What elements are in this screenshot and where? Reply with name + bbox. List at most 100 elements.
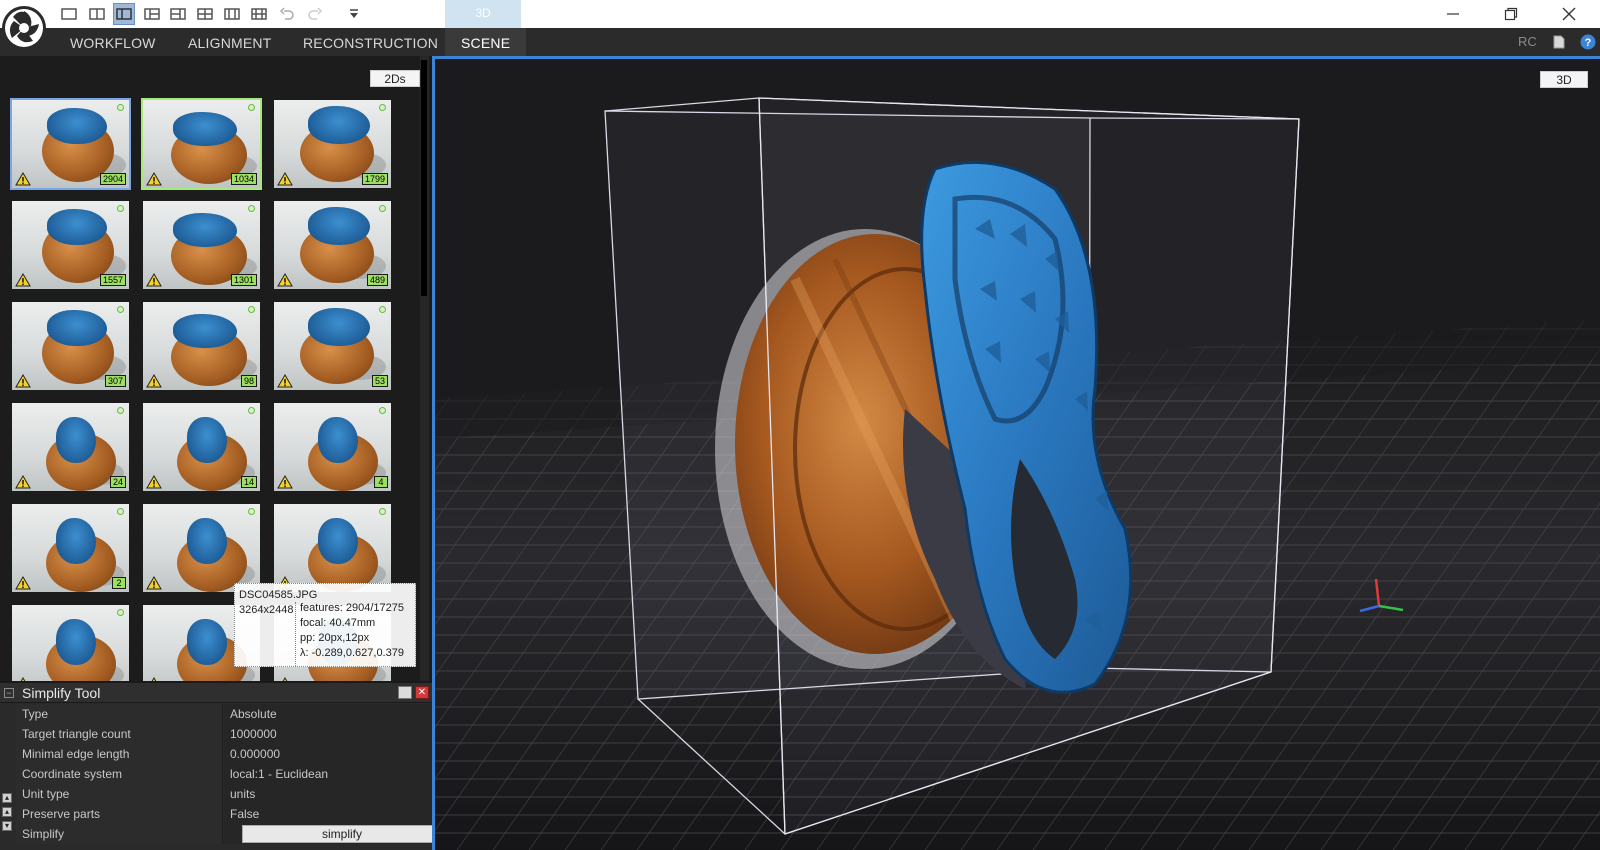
close-icon[interactable] bbox=[1546, 0, 1592, 28]
warning-icon bbox=[15, 576, 31, 590]
unit-type-select[interactable]: units bbox=[224, 784, 432, 804]
image-thumbnail[interactable] bbox=[141, 502, 262, 594]
image-thumbnail[interactable]: 53 bbox=[272, 300, 393, 392]
menu-workflow[interactable]: WORKFLOW bbox=[70, 28, 156, 56]
undo-icon[interactable] bbox=[276, 3, 298, 25]
coordinate-system-select[interactable]: local:1 - Euclidean bbox=[224, 764, 432, 784]
prop-key: Type bbox=[16, 704, 223, 724]
type-select[interactable]: Absolute bbox=[224, 704, 432, 724]
layout-6-button[interactable] bbox=[194, 3, 216, 25]
warning-icon bbox=[146, 374, 162, 388]
tooltip-features: features: 2904/17275 bbox=[300, 602, 404, 614]
warning-icon bbox=[146, 172, 162, 186]
warning-icon bbox=[15, 273, 31, 287]
alignment-dot-icon bbox=[248, 306, 255, 313]
alignment-dot-icon bbox=[117, 609, 124, 616]
layout-4-button[interactable] bbox=[141, 3, 163, 25]
warning-icon bbox=[20, 677, 26, 681]
image-thumbnail[interactable]: 1557 bbox=[10, 199, 131, 291]
image-thumbnail[interactable] bbox=[10, 603, 131, 681]
image-thumbnail[interactable]: 2 bbox=[10, 502, 131, 594]
warning-icon bbox=[277, 374, 293, 388]
warning-icon bbox=[15, 374, 31, 388]
alignment-dot-icon bbox=[248, 508, 255, 515]
feature-count-badge: 1301 bbox=[230, 274, 257, 286]
redo-icon[interactable] bbox=[304, 3, 326, 25]
minimize-icon[interactable] bbox=[1430, 0, 1476, 28]
prop-key: Coordinate system bbox=[16, 764, 223, 784]
alignment-dot-icon bbox=[117, 407, 124, 414]
image-thumbnail[interactable]: 14 bbox=[141, 401, 262, 493]
tooltip-focal: focal: 40.47mm bbox=[300, 617, 376, 629]
feature-count-badge: 98 bbox=[240, 375, 257, 387]
menu-scene[interactable]: SCENE bbox=[445, 28, 527, 56]
simplify-button[interactable]: simplify bbox=[242, 825, 442, 843]
top-tab-3d[interactable]: 3D bbox=[445, 0, 521, 28]
quick-access-menu-icon[interactable] bbox=[343, 3, 365, 25]
warning-icon bbox=[15, 172, 31, 186]
feature-count-badge: 489 bbox=[366, 274, 388, 286]
app-logo-icon[interactable] bbox=[0, 0, 48, 56]
target-triangle-count-input[interactable]: 1000000 bbox=[224, 724, 432, 744]
simplify-tool-header: − Simplify Tool ✕ bbox=[0, 683, 432, 703]
panel-side-controls: ▴ ▴ ▾ bbox=[0, 793, 14, 850]
feature-count-badge: 4 bbox=[374, 476, 388, 488]
help-icon[interactable]: ? bbox=[1580, 34, 1596, 50]
collapse-icon[interactable]: − bbox=[4, 688, 14, 698]
simplify-tool-title: Simplify Tool bbox=[22, 685, 101, 701]
scroll-top-icon[interactable]: ▴ bbox=[2, 793, 12, 803]
scene-3d-viewport[interactable]: 3D bbox=[432, 56, 1600, 850]
image-thumbnail[interactable]: 4 bbox=[272, 401, 393, 493]
feature-count-badge: 2904 bbox=[99, 173, 126, 185]
warning-icon bbox=[277, 172, 293, 186]
feature-count-badge: 1557 bbox=[99, 274, 126, 286]
prop-key: Simplify bbox=[16, 824, 223, 844]
main-menu-bar: WORKFLOW ALIGNMENT RECONSTRUCTION SCENE … bbox=[0, 28, 1600, 56]
prop-key: Target triangle count bbox=[16, 724, 223, 744]
scroll-up-icon[interactable]: ▴ bbox=[2, 807, 12, 817]
prop-row-coordinate-system: Coordinate system local:1 - Euclidean bbox=[16, 764, 432, 784]
title-bar: 3D bbox=[0, 0, 1600, 50]
image-thumbnail[interactable]: 98 bbox=[141, 300, 262, 392]
alignment-dot-icon bbox=[379, 104, 386, 111]
image-thumbnail[interactable]: 1301 bbox=[141, 199, 262, 291]
preserve-parts-select[interactable]: False bbox=[224, 804, 432, 824]
alignment-dot-icon bbox=[248, 205, 255, 212]
image-thumbnail[interactable]: 1799 bbox=[272, 98, 393, 190]
image-thumbnail[interactable]: 489 bbox=[272, 199, 393, 291]
warning-icon bbox=[282, 677, 288, 681]
layout-2-button[interactable] bbox=[86, 3, 108, 25]
scene-3d-canvas[interactable] bbox=[435, 59, 1600, 850]
rc-label[interactable]: RC bbox=[1518, 34, 1537, 49]
minimal-edge-length-input[interactable]: 0.000000 bbox=[224, 744, 432, 764]
restore-icon[interactable] bbox=[1488, 0, 1534, 28]
layout-5-button[interactable] bbox=[167, 3, 189, 25]
menu-alignment[interactable]: ALIGNMENT bbox=[188, 28, 271, 56]
feature-count-badge: 14 bbox=[240, 476, 257, 488]
close-panel-icon[interactable]: ✕ bbox=[415, 686, 429, 699]
alignment-dot-icon bbox=[117, 104, 124, 111]
thumbnail-scrollbar-thumb[interactable] bbox=[421, 60, 427, 296]
undock-icon[interactable] bbox=[398, 686, 412, 699]
layout-3-button[interactable] bbox=[113, 3, 135, 25]
alignment-dot-icon bbox=[379, 306, 386, 313]
scroll-down-icon[interactable]: ▾ bbox=[2, 821, 12, 831]
image-thumbnail[interactable]: 2904 bbox=[10, 98, 131, 190]
layout-8-button[interactable] bbox=[248, 3, 270, 25]
document-icon[interactable] bbox=[1553, 35, 1565, 49]
thumbnail-image bbox=[12, 605, 129, 681]
feature-count-badge: 1034 bbox=[230, 173, 257, 185]
warning-icon bbox=[146, 576, 162, 590]
image-thumbnail[interactable] bbox=[272, 502, 393, 594]
simplify-tool-panel: − Simplify Tool ✕ Type Absolute Target t… bbox=[0, 683, 442, 850]
feature-count-badge: 2 bbox=[112, 577, 126, 589]
image-thumbnail[interactable]: 307 bbox=[10, 300, 131, 392]
warning-icon bbox=[146, 273, 162, 287]
app-window: 3D WORKFLOW ALIGNMENT RECONSTRUCTION SCE… bbox=[0, 0, 1600, 850]
prop-row-minimal-edge-length: Minimal edge length 0.000000 bbox=[16, 744, 432, 764]
layout-1-button[interactable] bbox=[58, 3, 80, 25]
image-thumbnail[interactable]: 24 bbox=[10, 401, 131, 493]
layout-7-button[interactable] bbox=[221, 3, 243, 25]
image-thumbnail[interactable]: 1034 bbox=[141, 98, 262, 190]
menu-reconstruction[interactable]: RECONSTRUCTION bbox=[303, 28, 438, 56]
